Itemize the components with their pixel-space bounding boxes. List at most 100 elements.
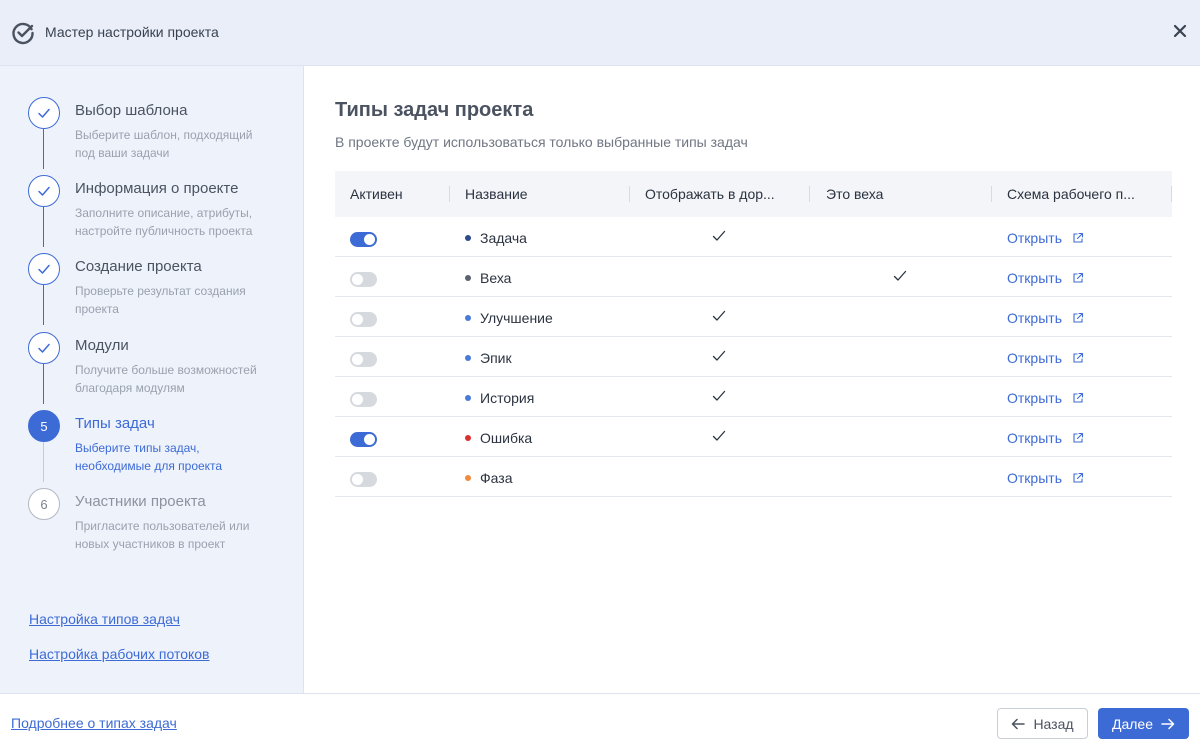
table-row: Фаза Открыть: [335, 457, 1172, 497]
external-link-icon[interactable]: [1072, 391, 1084, 403]
toggle-knob: [352, 274, 363, 285]
toggle-knob: [352, 474, 363, 485]
step-description: Пригласите пользователей или новых участ…: [75, 519, 250, 551]
next-button-label: Далее: [1111, 715, 1153, 732]
active-toggle[interactable]: [350, 392, 377, 407]
table-row: История Открыть: [335, 377, 1172, 417]
check-icon: [38, 343, 50, 353]
column-separator[interactable]: [809, 186, 810, 202]
step-connector: [43, 129, 44, 169]
type-color-dot: [465, 355, 471, 361]
roadmap-check-icon: [712, 229, 726, 243]
open-workflow-link[interactable]: Открыть: [1007, 350, 1062, 366]
task-types-settings-link[interactable]: Настройка типов задач: [29, 611, 180, 627]
step-connector: [43, 364, 44, 404]
step-done-indicator: [28, 97, 60, 129]
column-header-roadmap[interactable]: Отображать в дор...: [645, 186, 775, 202]
table-body: Задача Открыть Веха Открыть Улучшение Открыть…: [335, 217, 1172, 497]
arrow-right-icon: [1161, 718, 1175, 729]
external-link-icon[interactable]: [1072, 231, 1084, 243]
roadmap-check-icon: [712, 349, 726, 363]
roadmap-check-icon: [712, 309, 726, 323]
active-toggle[interactable]: [350, 432, 377, 447]
table-row: Эпик Открыть: [335, 337, 1172, 377]
toggle-knob: [352, 354, 363, 365]
type-color-dot: [465, 475, 471, 481]
toggle-knob: [352, 394, 363, 405]
active-toggle[interactable]: [350, 472, 377, 487]
type-color-dot: [465, 395, 471, 401]
step-title: Выбор шаблона: [75, 102, 188, 119]
task-type-name: Фаза: [480, 470, 513, 486]
open-workflow-link[interactable]: Открыть: [1007, 310, 1062, 326]
next-button[interactable]: Далее: [1098, 708, 1189, 739]
toggle-knob: [352, 314, 363, 325]
active-toggle[interactable]: [350, 232, 377, 247]
page-subtitle: В проекте будут использоваться только вы…: [335, 134, 748, 150]
step-connector: [43, 207, 44, 247]
step-description: Получите больше возможностей благодаря м…: [75, 363, 257, 395]
task-type-name: Эпик: [480, 350, 512, 366]
task-type-name: Веха: [480, 270, 512, 286]
type-color-dot: [465, 235, 471, 241]
open-workflow-link[interactable]: Открыть: [1007, 390, 1062, 406]
window-title: Мастер настройки проекта: [45, 24, 219, 40]
step-description: Выберите шаблон, подходящий под ваши зад…: [75, 128, 253, 160]
step-description: Заполните описание, атрибуты, настройте …: [75, 206, 253, 238]
external-link-icon[interactable]: [1072, 351, 1084, 363]
table-row: Ошибка Открыть: [335, 417, 1172, 457]
back-button[interactable]: Назад: [997, 708, 1088, 739]
step-title: Создание проекта: [75, 258, 202, 275]
header: Мастер настройки проекта: [0, 0, 1200, 66]
table-row: Веха Открыть: [335, 257, 1172, 297]
task-type-name: Улучшение: [480, 310, 553, 326]
step-connector: [43, 285, 44, 325]
external-link-icon[interactable]: [1072, 431, 1084, 443]
task-type-name: Задача: [480, 230, 527, 246]
column-header-name[interactable]: Название: [465, 186, 528, 202]
external-link-icon[interactable]: [1072, 311, 1084, 323]
column-header-milestone[interactable]: Это веха: [826, 186, 883, 202]
external-link-icon[interactable]: [1072, 471, 1084, 483]
column-header-workflow[interactable]: Схема рабочего п...: [1007, 186, 1135, 202]
roadmap-check-icon: [712, 389, 726, 403]
workflows-settings-link[interactable]: Настройка рабочих потоков: [29, 646, 210, 662]
column-separator[interactable]: [629, 186, 630, 202]
step-title: Модули: [75, 337, 129, 354]
page-title: Типы задач проекта: [335, 99, 534, 121]
open-workflow-link[interactable]: Открыть: [1007, 470, 1062, 486]
open-workflow-link[interactable]: Открыть: [1007, 430, 1062, 446]
column-separator[interactable]: [991, 186, 992, 202]
roadmap-check-icon: [712, 429, 726, 443]
check-icon: [38, 108, 50, 118]
step-number-badge: 5: [28, 410, 60, 442]
open-workflow-link[interactable]: Открыть: [1007, 230, 1062, 246]
step-description: Выберите типы задач, необходимые для про…: [75, 441, 223, 473]
active-toggle[interactable]: [350, 312, 377, 327]
column-separator[interactable]: [449, 186, 450, 202]
task-type-name: Ошибка: [480, 430, 533, 446]
step-title: Участники проекта: [75, 493, 206, 510]
active-toggle[interactable]: [350, 352, 377, 367]
type-color-dot: [465, 275, 471, 281]
footer: Подробнее о типах задач Назад Далее: [0, 693, 1200, 749]
type-color-dot: [465, 315, 471, 321]
type-color-dot: [465, 435, 471, 441]
task-types-table: Активен Название Отображать в дор... Это…: [335, 171, 1172, 497]
step-description: Проверьте результат создания проекта: [75, 284, 246, 316]
table-row: Улучшение Открыть: [335, 297, 1172, 337]
toggle-knob: [364, 434, 375, 445]
open-workflow-link[interactable]: Открыть: [1007, 270, 1062, 286]
step-done-indicator: [28, 332, 60, 364]
external-link-icon[interactable]: [1072, 271, 1084, 283]
table-header: Активен Название Отображать в дор... Это…: [335, 171, 1172, 217]
table-row: Задача Открыть: [335, 217, 1172, 257]
learn-more-link[interactable]: Подробнее о типах задач: [11, 715, 177, 731]
step-number-badge: 6: [28, 488, 60, 520]
column-header-active[interactable]: Активен: [350, 186, 403, 202]
milestone-check-icon: [893, 269, 907, 283]
active-toggle[interactable]: [350, 272, 377, 287]
column-separator[interactable]: [1171, 186, 1172, 202]
back-button-label: Назад: [1033, 715, 1074, 732]
close-icon[interactable]: [1173, 24, 1187, 38]
